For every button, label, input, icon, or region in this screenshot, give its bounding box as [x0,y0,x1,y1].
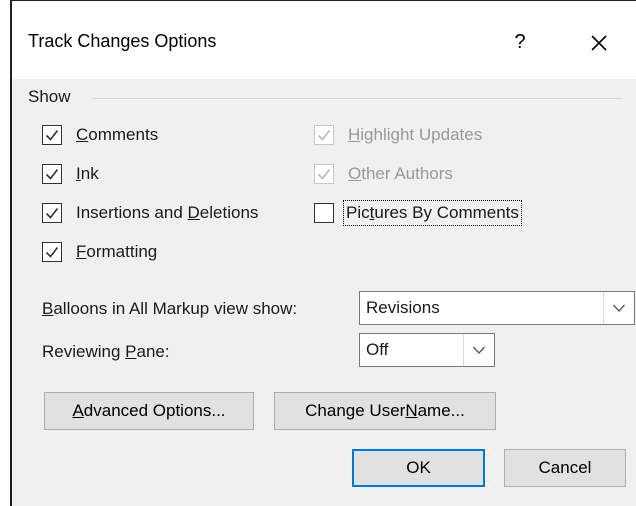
close-button[interactable] [574,23,624,61]
formatting-label: Formatting [76,242,158,261]
comments-checkbox[interactable]: Comments [42,122,158,148]
formatting-checkbox[interactable]: Formatting [42,239,157,265]
checkbox-box [314,125,334,145]
ink-label: Ink [76,164,99,183]
dialog-title: Track Changes Options [28,31,217,51]
check-icon [45,208,59,219]
insertions-deletions-label: Insertions and Deletions [76,203,259,222]
chevron-down-icon [613,304,625,312]
balloons-value: Revisions [366,298,440,317]
other-authors-checkbox: Other Authors [314,161,453,187]
check-icon [45,130,59,141]
show-group-label: Show [28,87,71,106]
dropdown-arrow[interactable] [603,292,634,324]
ok-button[interactable]: OK [352,449,485,487]
pictures-by-comments-checkbox[interactable]: Pictures By Comments [314,200,522,226]
advanced-options-button[interactable]: Advanced Options... [44,392,254,430]
check-icon [317,169,331,180]
balloons-label: Balloons in All Markup view show: [42,299,298,318]
checkbox-box[interactable] [42,203,62,223]
checkbox-box[interactable] [314,203,334,223]
checkbox-box [314,164,334,184]
reviewing-pane-value: Off [366,340,389,359]
title-bar: Track Changes Options ? [12,1,636,79]
check-icon [45,247,59,258]
reviewing-pane-dropdown[interactable]: Off [359,333,495,367]
other-authors-label: Other Authors [348,164,453,183]
checkbox-box[interactable] [42,164,62,184]
highlight-updates-checkbox: Highlight Updates [314,122,482,148]
insertions-deletions-checkbox[interactable]: Insertions and Deletions [42,200,258,226]
close-icon [591,35,607,51]
help-button[interactable]: ? [500,23,540,61]
ink-checkbox[interactable]: Ink [42,161,99,187]
pictures-by-comments-label: Pictures By Comments [343,200,522,226]
check-icon [45,169,59,180]
cancel-button[interactable]: Cancel [504,449,626,487]
balloons-dropdown[interactable]: Revisions [359,291,635,325]
dropdown-arrow[interactable] [463,334,494,366]
comments-label: Comments [76,125,159,144]
reviewing-pane-label: Reviewing Pane: [42,342,170,361]
group-divider [92,98,622,99]
check-icon [317,130,331,141]
highlight-updates-label: Highlight Updates [348,125,483,144]
track-changes-options-dialog: Track Changes Options ? Show Comments In… [10,0,636,506]
change-user-name-button[interactable]: Change User Name... [274,392,496,430]
checkbox-box[interactable] [42,242,62,262]
chevron-down-icon [473,346,485,354]
checkbox-box[interactable] [42,125,62,145]
